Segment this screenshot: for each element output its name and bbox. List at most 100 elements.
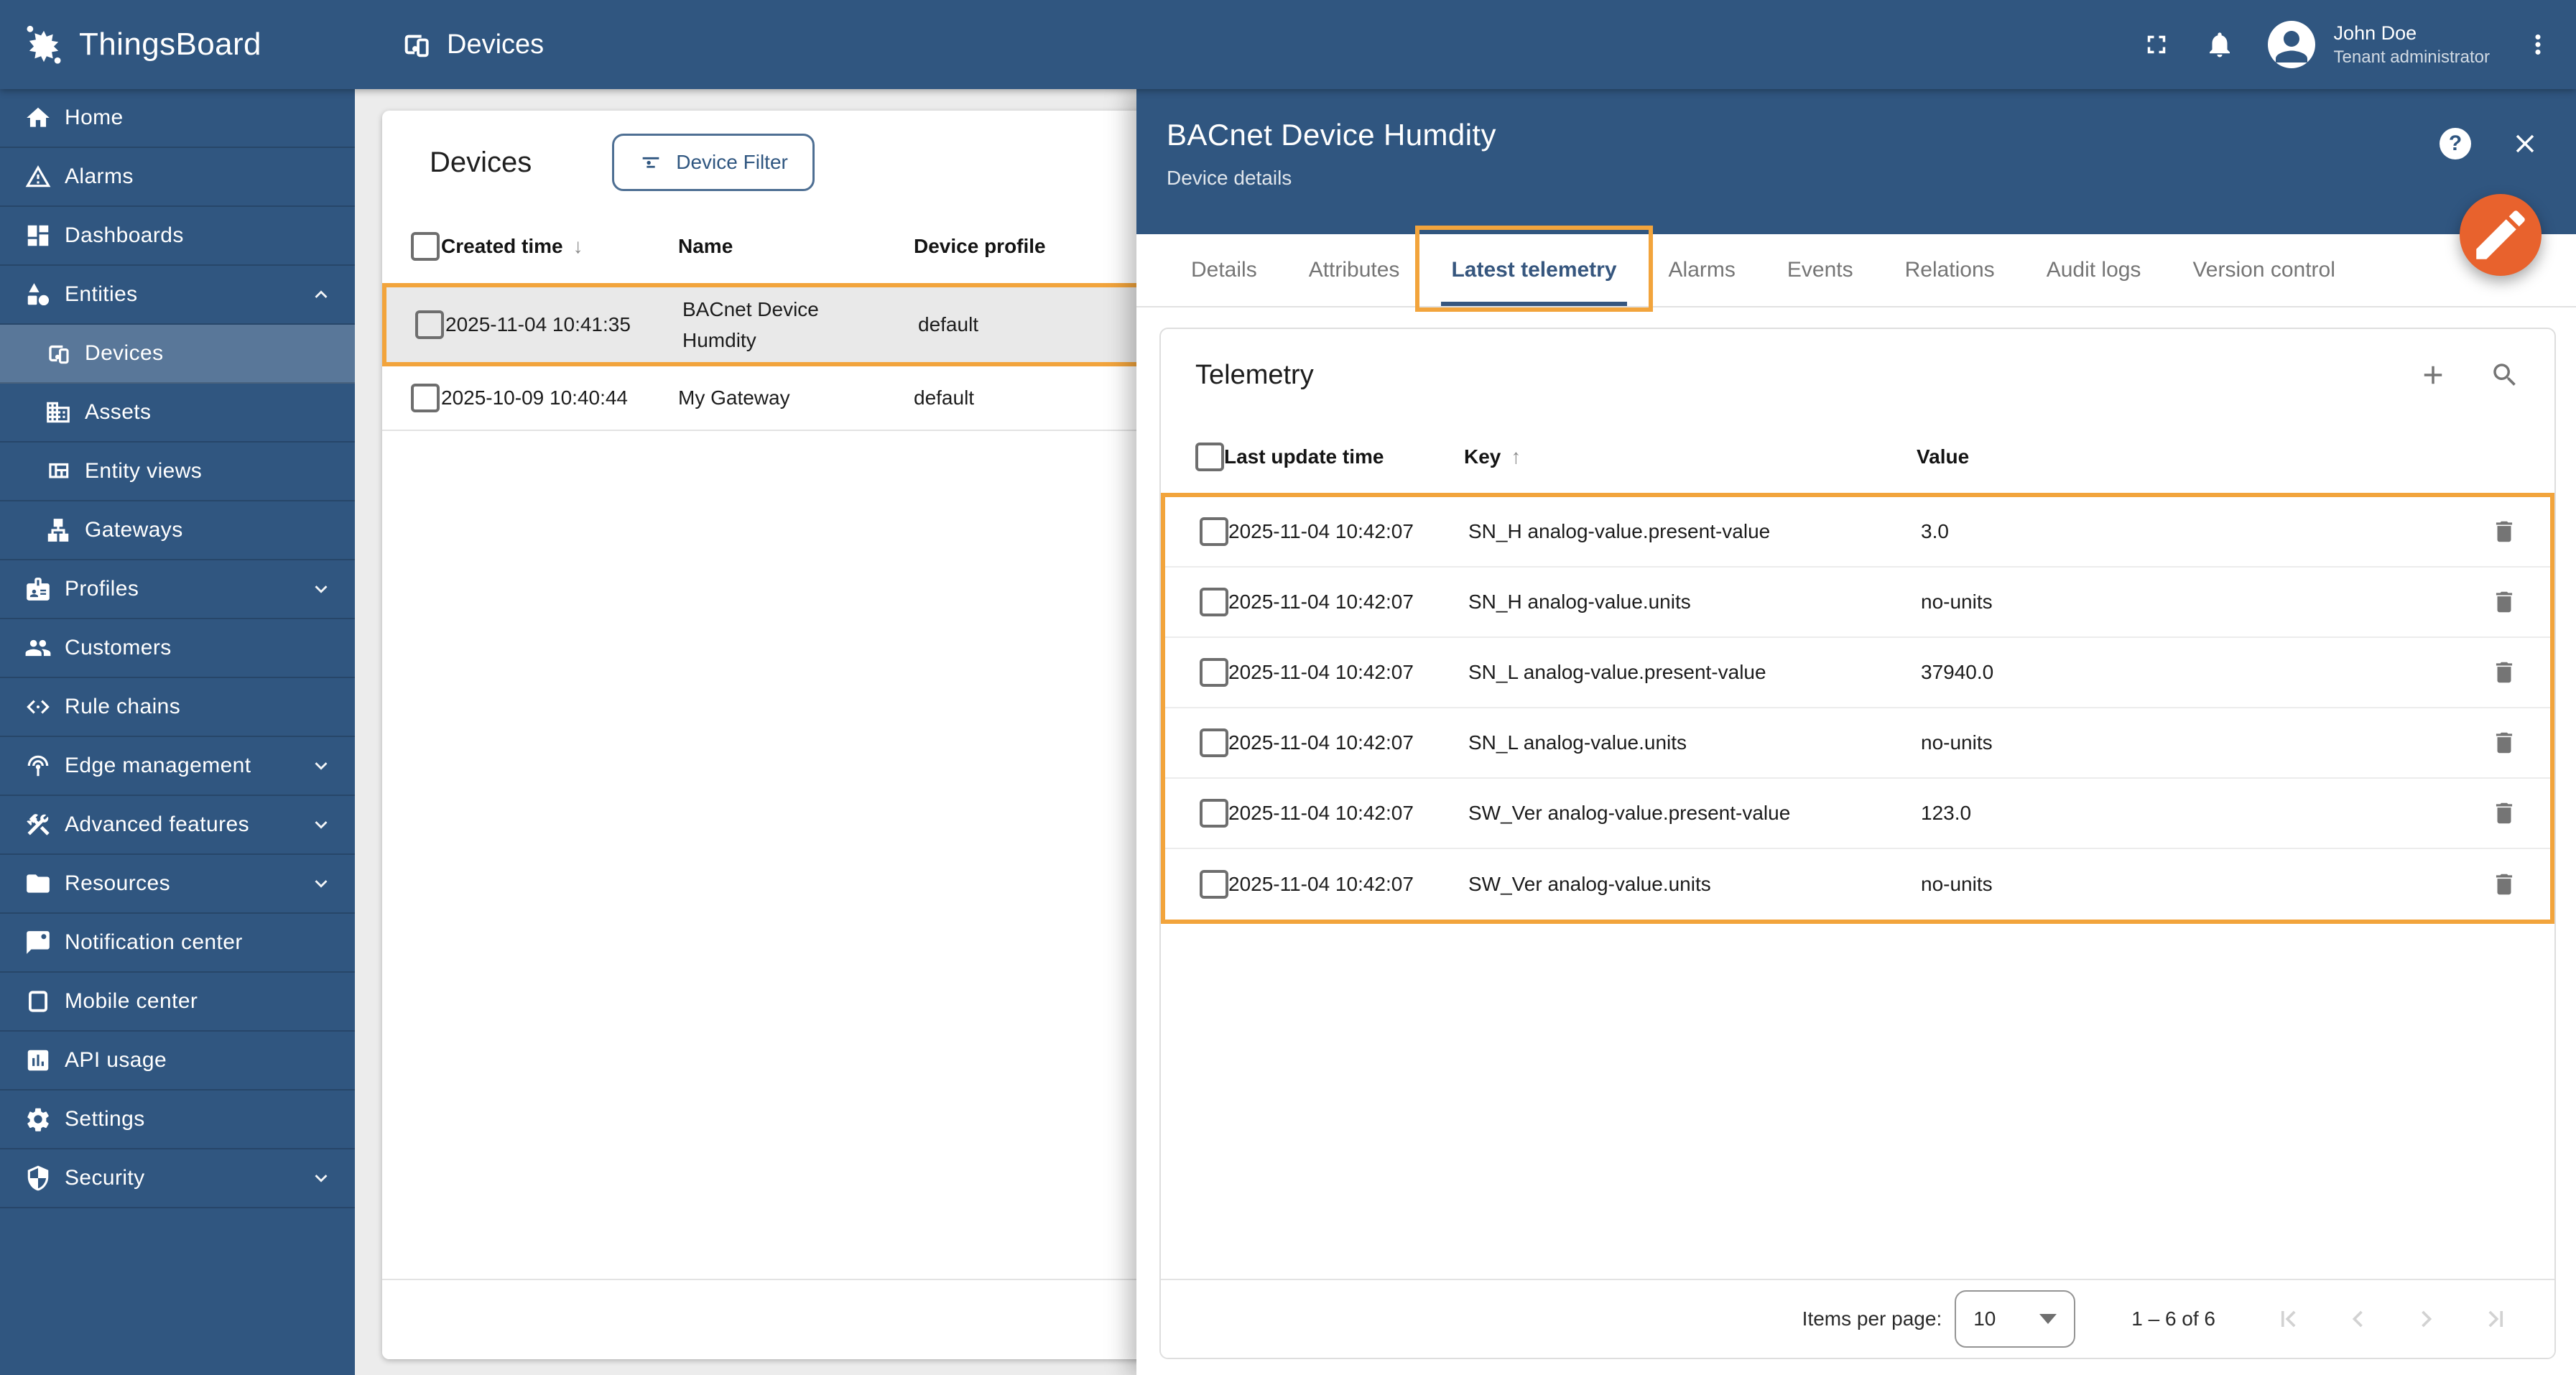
cell-last-update-time: 2025-11-04 10:42:07 (1228, 661, 1414, 683)
sidebar-item-mobile-center[interactable]: Mobile center (0, 973, 355, 1032)
telemetry-row[interactable]: 2025-11-04 10:42:07 SN_H analog-value.pre… (1165, 497, 2550, 568)
tab-attributes[interactable]: Attributes (1283, 234, 1426, 306)
edit-fab-button[interactable] (2460, 194, 2542, 276)
devices-panel-title: Devices (430, 146, 532, 178)
row-checkbox[interactable] (1200, 517, 1228, 546)
column-key[interactable]: Key ↑ (1464, 445, 1917, 468)
sidebar-item-label: API usage (65, 1048, 167, 1072)
delete-telemetry-button[interactable] (2491, 659, 2518, 686)
add-telemetry-icon[interactable] (2418, 360, 2448, 390)
cell-last-update-time: 2025-11-04 10:42:07 (1228, 802, 1414, 824)
cell-value: no-units (1921, 731, 1993, 754)
avatar[interactable] (2267, 21, 2315, 68)
kebab-menu-icon[interactable] (2523, 29, 2553, 60)
brand[interactable]: ThingsBoard (22, 22, 342, 67)
sidebar-item-resources[interactable]: Resources (0, 855, 355, 914)
cell-value: no-units (1921, 873, 1993, 895)
sidebar-item-advanced-features[interactable]: Advanced features (0, 796, 355, 855)
tab-latest-telemetry[interactable]: Latest telemetry (1415, 226, 1653, 312)
tab-version-control[interactable]: Version control (2167, 234, 2360, 306)
row-checkbox[interactable] (1200, 870, 1228, 899)
sidebar-item-profiles[interactable]: Profiles (0, 560, 355, 619)
delete-telemetry-button[interactable] (2491, 871, 2518, 898)
user-info[interactable]: John Doe Tenant administrator (2334, 21, 2490, 68)
select-all-telemetry-checkbox[interactable] (1195, 443, 1224, 471)
page-size-select[interactable]: 10 (1955, 1290, 2076, 1348)
search-icon[interactable] (2490, 360, 2520, 390)
sidebar-item-entities[interactable]: Entities (0, 266, 355, 325)
brand-name: ThingsBoard (79, 27, 261, 62)
tab-details[interactable]: Details (1165, 234, 1283, 306)
tab-label: Details (1191, 258, 1257, 282)
sidebar-item-api-usage[interactable]: API usage (0, 1032, 355, 1091)
fullscreen-icon[interactable] (2141, 29, 2172, 60)
sidebar-item-settings[interactable]: Settings (0, 1091, 355, 1149)
cell-created-time: 2025-10-09 10:40:44 (441, 386, 628, 409)
device-filter-button[interactable]: Device Filter (612, 134, 815, 191)
sidebar-item-edge-management[interactable]: Edge management (0, 737, 355, 796)
sidebar-item-rule-chains[interactable]: Rule chains (0, 678, 355, 737)
tab-alarms[interactable]: Alarms (1643, 234, 1761, 306)
sidebar-item-alarms[interactable]: Alarms (0, 148, 355, 207)
column-created-time[interactable]: Created time ↓ (441, 235, 678, 258)
sidebar-item-gateways[interactable]: Gateways (0, 501, 355, 560)
next-page-icon[interactable] (2411, 1303, 2442, 1335)
sidebar-item-label: Dashboards (65, 223, 184, 247)
notifications-bell-icon[interactable] (2205, 29, 2235, 60)
tab-events[interactable]: Events (1761, 234, 1879, 306)
last-page-icon[interactable] (2480, 1303, 2511, 1335)
column-name[interactable]: Name (678, 231, 914, 261)
sidebar-item-customers[interactable]: Customers (0, 619, 355, 678)
row-checkbox[interactable] (1200, 658, 1228, 687)
cell-value: 3.0 (1921, 520, 1949, 542)
help-icon[interactable]: ? (2440, 128, 2471, 159)
sidebar-item-label: Mobile center (65, 989, 198, 1013)
delete-telemetry-button[interactable] (2491, 800, 2518, 827)
alarm-warning-icon (24, 163, 52, 190)
tab-relations[interactable]: Relations (1879, 234, 2021, 306)
rule-chains-code-icon (24, 693, 52, 721)
row-checkbox[interactable] (415, 310, 444, 339)
sidebar-item-security[interactable]: Security (0, 1149, 355, 1208)
telemetry-row[interactable]: 2025-11-04 10:42:07 SN_H analog-value.uni… (1165, 568, 2550, 638)
row-checkbox[interactable] (1200, 728, 1228, 757)
telemetry-row[interactable]: 2025-11-04 10:42:07 SW_Ver analog-value.p… (1165, 779, 2550, 849)
column-last-update-time[interactable]: Last update time (1224, 445, 1464, 468)
notification-bubble-icon (24, 929, 52, 956)
telemetry-card: Telemetry Last update time Key ↑ Value 20… (1159, 328, 2556, 1359)
sidebar-item-notification-center[interactable]: Notification center (0, 914, 355, 973)
sidebar-item-assets[interactable]: Assets (0, 384, 355, 443)
home-icon (24, 104, 52, 131)
page-size-value: 10 (1973, 1307, 1996, 1330)
sidebar-item-entity-views[interactable]: Entity views (0, 443, 355, 501)
sidebar-item-home[interactable]: Home (0, 89, 355, 148)
select-all-checkbox[interactable] (411, 232, 440, 261)
delete-telemetry-button[interactable] (2491, 518, 2518, 545)
dropdown-caret-icon (2039, 1314, 2057, 1324)
page-title: Devices (399, 28, 544, 61)
user-role: Tenant administrator (2333, 47, 2490, 67)
tab-label: Audit logs (2046, 258, 2141, 282)
telemetry-row[interactable]: 2025-11-04 10:42:07 SW_Ver analog-value.u… (1165, 849, 2550, 920)
cell-last-update-time: 2025-11-04 10:42:07 (1228, 731, 1414, 754)
column-value[interactable]: Value (1917, 445, 2463, 468)
chevron-down-icon (309, 871, 333, 896)
sidebar-item-devices[interactable]: Devices (0, 325, 355, 384)
devices-icon (399, 28, 432, 61)
row-checkbox[interactable] (1200, 799, 1228, 828)
tab-label: Version control (2192, 258, 2335, 282)
delete-telemetry-button[interactable] (2491, 729, 2518, 756)
close-icon[interactable] (2510, 129, 2540, 159)
sidebar-item-dashboards[interactable]: Dashboards (0, 207, 355, 266)
mobile-icon (24, 988, 52, 1015)
first-page-icon[interactable] (2273, 1303, 2304, 1335)
chevron-down-icon (309, 754, 333, 778)
row-checkbox[interactable] (411, 384, 440, 412)
telemetry-row[interactable]: 2025-11-04 10:42:07 SN_L analog-value.pre… (1165, 638, 2550, 708)
previous-page-icon[interactable] (2342, 1303, 2373, 1335)
telemetry-row[interactable]: 2025-11-04 10:42:07 SN_L analog-value.uni… (1165, 708, 2550, 779)
row-checkbox[interactable] (1200, 588, 1228, 616)
delete-telemetry-button[interactable] (2491, 588, 2518, 616)
tab-audit-logs[interactable]: Audit logs (2021, 234, 2167, 306)
sidebar-item-label: Notification center (65, 930, 243, 954)
